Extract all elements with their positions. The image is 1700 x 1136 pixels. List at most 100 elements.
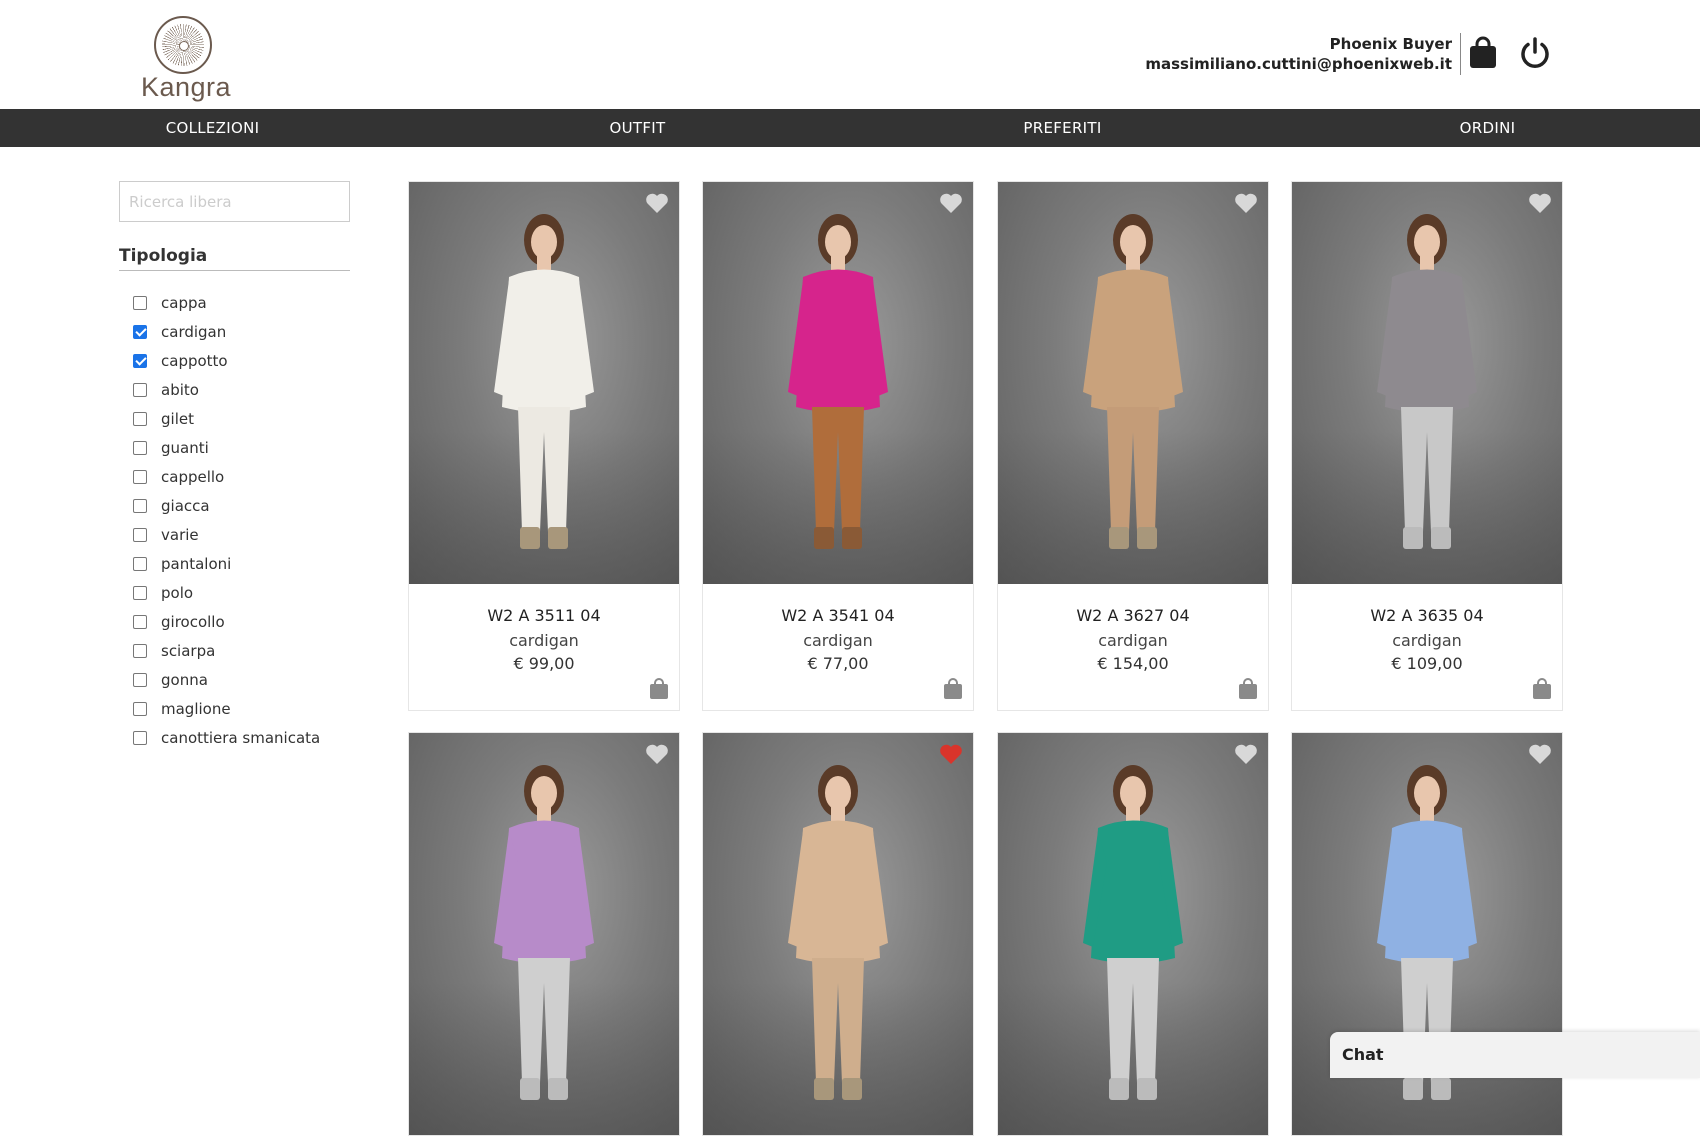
product-card[interactable]: W2 A 3511 04 cardigan € 99,00	[408, 181, 680, 711]
favorite-heart-icon[interactable]	[939, 192, 963, 214]
filter-item[interactable]: cappotto	[133, 346, 363, 375]
filter-item[interactable]: varie	[133, 520, 363, 549]
nav-outfit[interactable]: OUTFIT	[425, 109, 850, 147]
filter-item[interactable]: cappello	[133, 462, 363, 491]
filter-item[interactable]: giacca	[133, 491, 363, 520]
header-divider	[1460, 33, 1461, 75]
product-card[interactable]	[997, 732, 1269, 1136]
model-figure	[494, 765, 594, 1100]
filter-label: giacca	[161, 496, 210, 515]
chat-label: Chat	[1342, 1045, 1384, 1064]
filter-label: cardigan	[161, 322, 227, 341]
filter-checkbox[interactable]	[133, 730, 147, 745]
product-card[interactable]	[408, 732, 680, 1136]
filter-checkbox[interactable]	[133, 585, 147, 600]
filter-item[interactable]: girocollo	[133, 607, 363, 636]
favorite-heart-icon[interactable]	[939, 743, 963, 765]
add-to-cart-icon[interactable]	[649, 678, 669, 700]
filter-label: guanti	[161, 438, 209, 457]
power-icon	[1521, 37, 1549, 68]
logo-mark-icon	[154, 16, 212, 74]
favorite-heart-icon[interactable]	[1234, 743, 1258, 765]
chat-widget[interactable]: Chat	[1330, 1032, 1700, 1078]
product-card[interactable]: W2 A 3627 04 cardigan € 154,00	[997, 181, 1269, 711]
filter-checkbox[interactable]	[133, 643, 147, 658]
filter-label: varie	[161, 525, 199, 544]
product-code: W2 A 3635 04	[1370, 606, 1484, 625]
filter-list: cappa cardigan cappotto abito gilet guanti cap…	[133, 288, 363, 752]
filter-checkbox[interactable]	[133, 469, 147, 484]
filter-checkbox[interactable]	[133, 353, 147, 368]
kangra-logo[interactable]: Kangra	[136, 14, 236, 102]
filter-checkbox[interactable]	[133, 498, 147, 513]
filter-label: polo	[161, 583, 194, 602]
filter-item[interactable]: maglione	[133, 694, 363, 723]
product-code: W2 A 3627 04	[1076, 606, 1190, 625]
filter-item[interactable]: gonna	[133, 665, 363, 694]
filter-item[interactable]: polo	[133, 578, 363, 607]
favorite-heart-icon[interactable]	[645, 192, 669, 214]
product-type: cardigan	[803, 631, 873, 650]
filter-item[interactable]: pantaloni	[133, 549, 363, 578]
favorite-heart-icon[interactable]	[645, 743, 669, 765]
filter-item[interactable]: abito	[133, 375, 363, 404]
model-figure	[1377, 214, 1477, 549]
add-to-cart-icon[interactable]	[943, 678, 963, 700]
filter-checkbox[interactable]	[133, 701, 147, 716]
filter-checkbox[interactable]	[133, 614, 147, 629]
filter-checkbox[interactable]	[133, 527, 147, 542]
favorite-heart-icon[interactable]	[1528, 192, 1552, 214]
filter-checkbox[interactable]	[133, 556, 147, 571]
filter-item[interactable]: canottiera smanicata	[133, 723, 363, 752]
filter-item[interactable]: guanti	[133, 433, 363, 462]
filter-label: girocollo	[161, 612, 225, 631]
product-photo[interactable]	[703, 733, 973, 1135]
product-code: W2 A 3541 04	[781, 606, 895, 625]
product-type: cardigan	[1098, 631, 1168, 650]
filter-checkbox[interactable]	[133, 382, 147, 397]
model-figure	[494, 214, 594, 549]
filter-item[interactable]: cappa	[133, 288, 363, 317]
nav-collezioni[interactable]: COLLEZIONI	[0, 109, 425, 147]
nav-preferiti[interactable]: PREFERITI	[850, 109, 1275, 147]
filter-checkbox[interactable]	[133, 411, 147, 426]
product-card[interactable]: W2 A 3635 04 cardigan € 109,00	[1291, 181, 1563, 711]
add-to-cart-icon[interactable]	[1532, 678, 1552, 700]
filter-checkbox[interactable]	[133, 672, 147, 687]
product-photo[interactable]	[1292, 182, 1562, 584]
filter-label: maglione	[161, 699, 231, 718]
model-figure	[1083, 765, 1183, 1100]
logout-button[interactable]	[1518, 36, 1552, 70]
add-to-cart-icon[interactable]	[1238, 678, 1258, 700]
filter-checkbox[interactable]	[133, 440, 147, 455]
user-role: Phoenix Buyer	[1329, 35, 1452, 53]
product-photo[interactable]	[703, 182, 973, 584]
product-photo[interactable]	[998, 733, 1268, 1135]
product-info: W2 A 3541 04 cardigan € 77,00	[703, 584, 973, 710]
product-photo[interactable]	[409, 182, 679, 584]
filter-label: abito	[161, 380, 199, 399]
filter-item[interactable]: gilet	[133, 404, 363, 433]
model-figure	[1083, 214, 1183, 549]
search-input[interactable]	[119, 181, 350, 222]
product-photo[interactable]	[998, 182, 1268, 584]
model-figure	[788, 214, 888, 549]
favorite-heart-icon[interactable]	[1528, 743, 1552, 765]
product-price: € 77,00	[807, 654, 869, 673]
filter-item[interactable]: sciarpa	[133, 636, 363, 665]
favorite-heart-icon[interactable]	[1234, 192, 1258, 214]
filter-checkbox[interactable]	[133, 295, 147, 310]
nav-ordini[interactable]: ORDINI	[1275, 109, 1700, 147]
filter-title: Tipologia	[119, 246, 350, 271]
cart-button[interactable]	[1468, 36, 1498, 70]
filter-label: gonna	[161, 670, 208, 689]
user-email: massimiliano.cuttini@phoenixweb.it	[1145, 55, 1452, 73]
product-card[interactable]: W2 A 3541 04 cardigan € 77,00	[702, 181, 974, 711]
filter-checkbox[interactable]	[133, 324, 147, 339]
product-card[interactable]	[702, 732, 974, 1136]
product-price: € 109,00	[1391, 654, 1463, 673]
filter-label: cappotto	[161, 351, 228, 370]
filter-item[interactable]: cardigan	[133, 317, 363, 346]
filter-label: sciarpa	[161, 641, 216, 660]
product-photo[interactable]	[409, 733, 679, 1135]
